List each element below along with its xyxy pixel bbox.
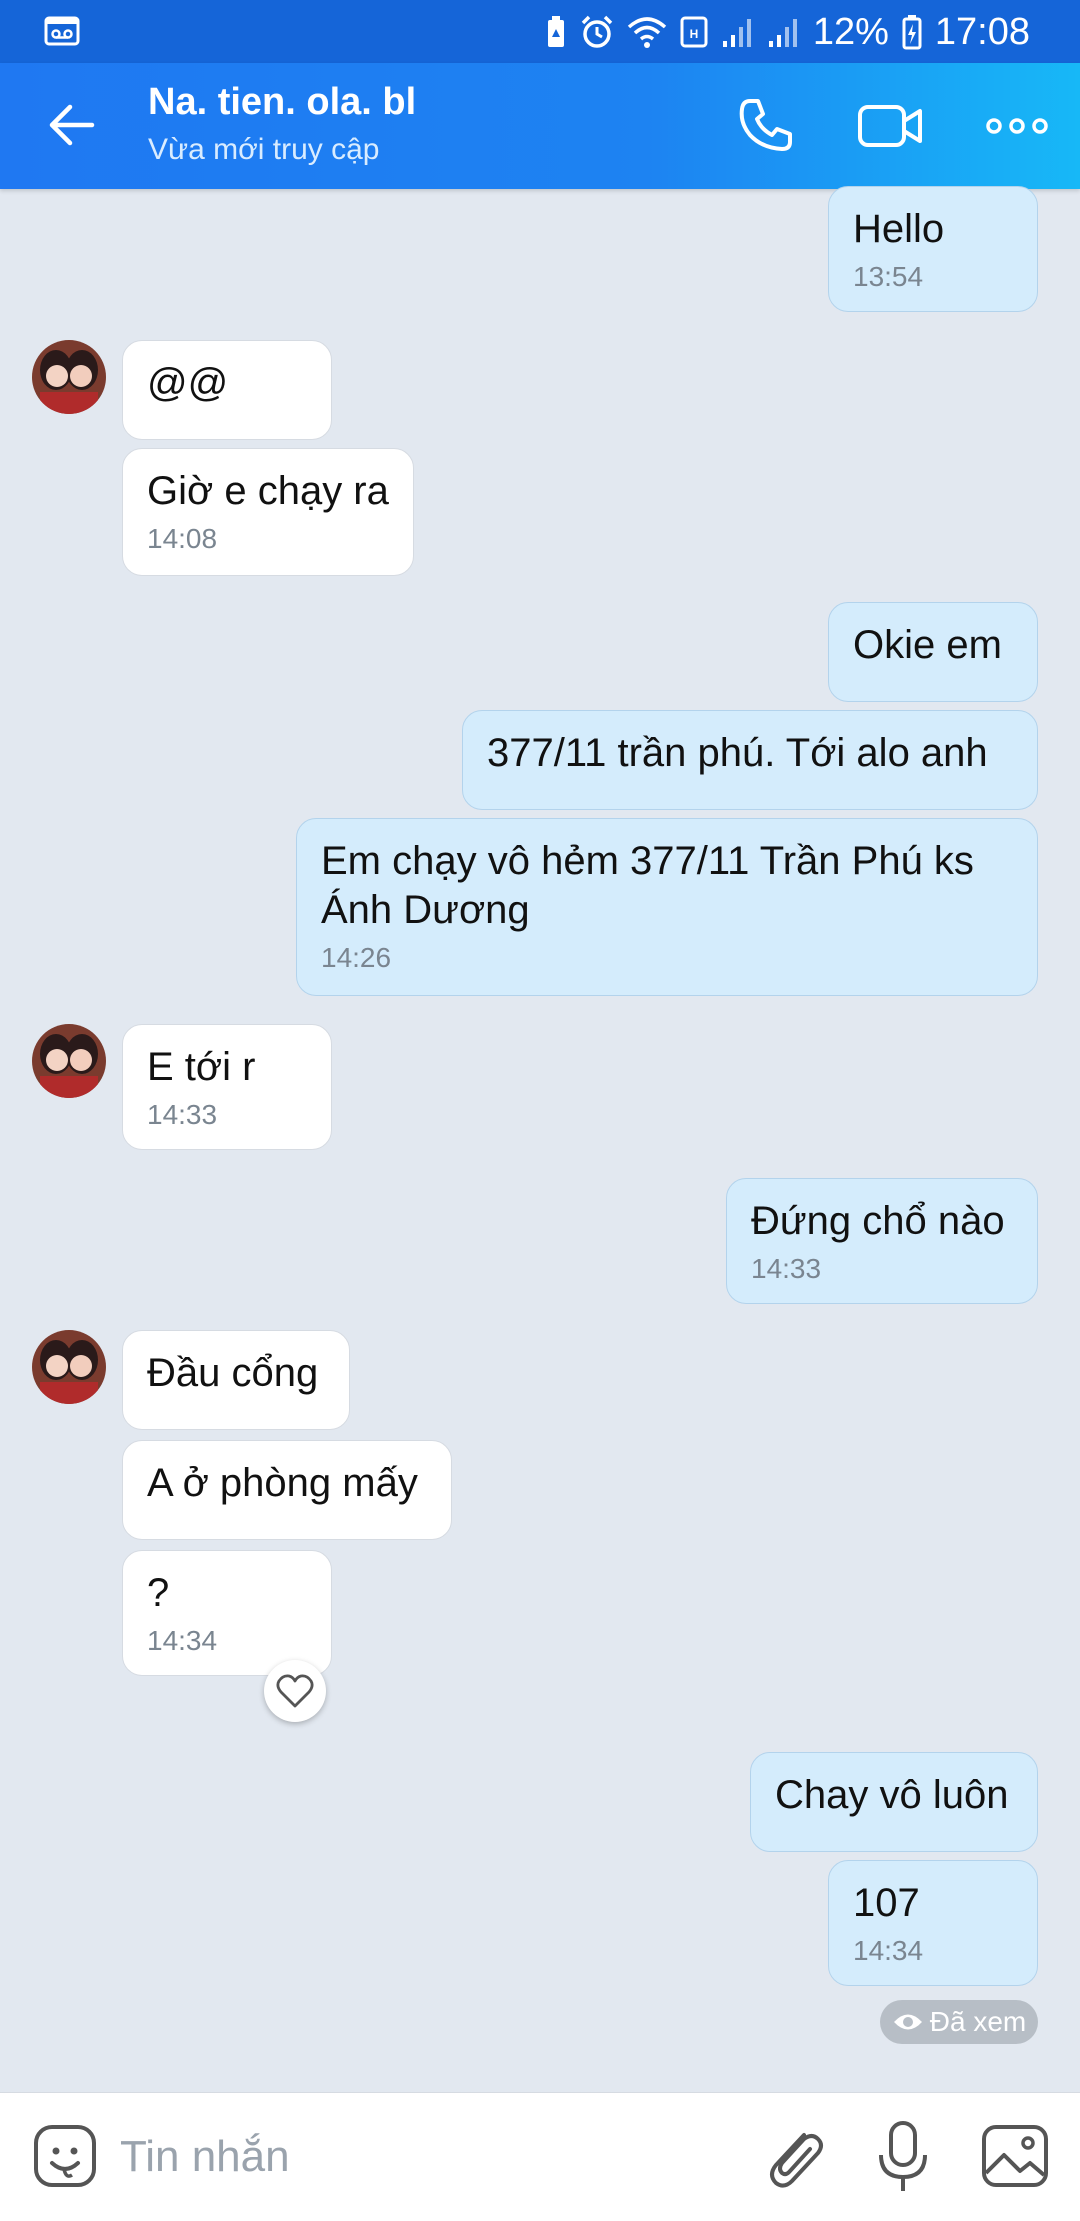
sticker-emoji-icon[interactable] [32,2123,98,2189]
video-call-icon[interactable] [856,91,926,161]
last-seen-status: Vừa mới truy cập [148,133,380,166]
message-outgoing[interactable]: 377/11 trần phú. Tới alo anh [462,710,1038,810]
back-arrow-icon[interactable] [40,93,104,157]
contact-name[interactable]: Na. tien. ola. bl [148,81,416,124]
chat-header: Na. tien. ola. bl Vừa mới truy cập [0,63,1080,189]
alarm-icon [581,15,613,48]
avatar-photo [32,1330,106,1404]
message-text: Đứng chổ nào [751,1199,1005,1243]
message-time: 13:54 [853,261,924,292]
avatar-photo [32,1024,106,1098]
svg-text:H: H [690,27,699,41]
contact-avatar[interactable] [32,1024,106,1098]
message-text: Giờ e chạy ra [147,469,389,513]
avatar-photo [32,340,106,414]
message-time: 14:26 [321,942,392,973]
battery-saver-icon [547,16,564,47]
message-text: Okie em [853,623,1002,667]
more-options-icon[interactable] [982,91,1052,161]
message-outgoing[interactable]: Em chạy vô hẻm 377/11 Trần Phú ks Ánh Dư… [296,818,1038,996]
message-incoming[interactable]: @@ [122,340,332,440]
message-outgoing[interactable]: Chay vô luôn [750,1752,1038,1852]
message-input-bar [0,2092,1080,2221]
status-bar: H 12% 17:08 [0,0,1080,63]
message-text: Chay vô luôn [775,1773,1009,1817]
message-time: 14:34 [853,1935,924,1966]
message-text: @@ [147,361,229,405]
message-incoming[interactable]: ? 14:34 [122,1550,332,1676]
message-outgoing[interactable]: Okie em [828,602,1038,702]
paperclip-icon[interactable] [760,2121,830,2193]
phone-call-icon[interactable] [730,91,800,161]
seen-label: Đã xem [929,2006,1027,2037]
message-incoming[interactable]: Giờ e chạy ra 14:08 [122,448,414,576]
message-text-line1: Em chạy vô hẻm 377/11 Trần Phú ks [321,839,974,883]
message-text: ? [147,1571,170,1615]
seen-indicator: Đã xem [880,2000,1038,2044]
hd-icon: H [680,16,708,48]
eye-icon [893,2014,922,2030]
battery-icon [902,15,922,50]
message-time: 14:08 [147,523,218,554]
message-text: E tới r [147,1045,256,1089]
message-text: Đầu cổng [147,1351,319,1395]
contact-avatar[interactable] [32,1330,106,1404]
message-incoming[interactable]: E tới r 14:33 [122,1024,332,1150]
wifi-icon [627,17,667,48]
message-input[interactable] [118,2123,722,2191]
message-time: 14:34 [147,1625,218,1656]
message-text: Hello [853,207,945,251]
message-time: 14:33 [147,1099,218,1130]
contact-avatar[interactable] [32,340,106,414]
image-gallery-icon[interactable] [980,2123,1050,2189]
message-outgoing[interactable]: Đứng chổ nào 14:33 [726,1178,1038,1304]
clock: 17:08 [934,10,1030,53]
message-time: 14:33 [751,1253,822,1284]
message-text: 107 [853,1881,920,1925]
voicemail-icon [44,16,80,46]
message-text: A ở phòng mấy [147,1461,418,1505]
message-text: 377/11 trần phú. Tới alo anh [487,731,988,775]
signal-icon [768,19,797,47]
message-outgoing[interactable]: Hello 13:54 [828,186,1038,312]
message-incoming[interactable]: A ở phòng mấy [122,1440,452,1540]
reaction-button[interactable] [264,1660,326,1722]
message-incoming[interactable]: Đầu cổng [122,1330,350,1430]
microphone-icon[interactable] [872,2119,934,2195]
message-outgoing[interactable]: 107 14:34 [828,1860,1038,1986]
signal-icon [722,19,751,47]
message-text-line2: Ánh Dương [321,888,530,932]
heart-icon [276,1674,314,1708]
battery-percent: 12% [812,10,889,53]
